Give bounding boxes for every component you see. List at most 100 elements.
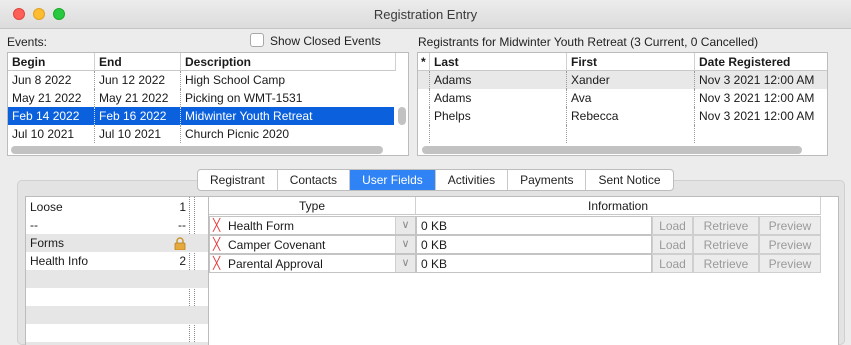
event-begin: Jul 10 2021: [8, 125, 95, 143]
window-title: Registration Entry: [373, 7, 478, 22]
events-header-description[interactable]: Description: [181, 53, 396, 71]
event-description: Midwinter Youth Retreat: [185, 109, 313, 123]
missing-file-icon: ╳: [213, 218, 221, 232]
registrant-row[interactable]: Adams Ava Nov 3 2021 12:00 AM: [418, 89, 827, 107]
event-begin: Feb 14 2022: [8, 107, 95, 125]
event-begin: May 21 2022: [8, 89, 95, 107]
events-horizontal-scrollbar[interactable]: [11, 146, 383, 154]
tab-registrant[interactable]: Registrant: [198, 170, 278, 190]
category-name: --: [30, 218, 38, 232]
show-closed-events-checkbox[interactable]: [250, 33, 264, 47]
events-row[interactable]: Jun 8 2022 Jun 12 2022 High School Camp: [8, 71, 394, 89]
registrants-header-date[interactable]: Date Registered: [695, 53, 827, 71]
registrant-first: Xander: [567, 71, 695, 89]
events-header-begin[interactable]: Begin: [8, 53, 95, 71]
event-description: High School Camp: [185, 73, 286, 87]
user-field-type-select[interactable]: ╳ Health Form ∨: [209, 216, 416, 235]
user-field-row[interactable]: ╳ Parental Approval ∨ 0 KB Load Retrieve…: [209, 254, 821, 273]
preview-button[interactable]: Preview: [759, 235, 821, 254]
load-button[interactable]: Load: [652, 216, 693, 235]
category-item[interactable]: Health Info 2: [26, 252, 210, 270]
user-field-type: Parental Approval: [228, 257, 323, 271]
user-field-row[interactable]: ╳ Camper Covenant ∨ 0 KB Load Retrieve P…: [209, 235, 821, 254]
retrieve-button[interactable]: Retrieve: [693, 216, 759, 235]
registrant-date: Nov 3 2021 12:00 AM: [699, 73, 815, 87]
user-field-info: 0 KB: [416, 254, 652, 273]
user-field-row[interactable]: ╳ Health Form ∨ 0 KB Load Retrieve Previ…: [209, 216, 821, 235]
registrants-label: Registrants for Midwinter Youth Retreat …: [418, 35, 759, 49]
empty-row: [26, 306, 210, 324]
event-description: Picking on WMT-1531: [185, 91, 303, 105]
category-list[interactable]: Loose 1 -- -- Forms Health Info 2: [25, 196, 211, 345]
registrant-marker: [418, 107, 430, 125]
registrants-header-marker[interactable]: *: [418, 53, 430, 71]
registrant-row[interactable]: Phelps Rebecca Nov 3 2021 12:00 AM: [418, 107, 827, 125]
registrant-last: Phelps: [430, 107, 567, 125]
registrant-first: Rebecca: [567, 107, 695, 125]
detail-tabs: Registrant Contacts User Fields Activiti…: [197, 169, 674, 191]
registrant-last: Adams: [430, 71, 567, 89]
event-end: Jun 12 2022: [95, 71, 181, 89]
registrant-marker: [418, 89, 430, 107]
registrant-marker: [418, 71, 430, 89]
preview-button[interactable]: Preview: [759, 254, 821, 273]
chevron-down-icon[interactable]: ∨: [395, 255, 415, 272]
category-item[interactable]: Loose 1: [26, 198, 210, 216]
retrieve-button[interactable]: Retrieve: [693, 235, 759, 254]
category-item[interactable]: Forms: [26, 234, 210, 252]
tab-payments[interactable]: Payments: [508, 170, 587, 190]
user-fields-header-type[interactable]: Type: [209, 197, 416, 215]
show-closed-events-label[interactable]: Show Closed Events: [270, 34, 381, 48]
registrants-header-first[interactable]: First: [567, 53, 695, 71]
registrants-header-last[interactable]: Last: [430, 53, 567, 71]
category-name: Loose: [30, 200, 63, 214]
events-vertical-scrollbar[interactable]: [398, 107, 406, 125]
tab-sent-notice[interactable]: Sent Notice: [586, 170, 672, 190]
registrant-first: [567, 125, 695, 143]
tab-contacts[interactable]: Contacts: [278, 170, 351, 190]
category-item[interactable]: -- --: [26, 216, 210, 234]
registrants-horizontal-scrollbar[interactable]: [422, 146, 802, 154]
user-field-info: 0 KB: [416, 235, 652, 254]
events-row-selected[interactable]: Feb 14 2022 Feb 16 2022 Midwinter Youth …: [8, 107, 394, 125]
user-field-type-select[interactable]: ╳ Camper Covenant ∨: [209, 235, 416, 254]
category-name: Forms: [30, 236, 64, 250]
events-row[interactable]: May 21 2022 May 21 2022 Picking on WMT-1…: [8, 89, 394, 107]
events-row[interactable]: Jul 10 2021 Jul 10 2021 Church Picnic 20…: [8, 125, 394, 143]
registrant-first: Ava: [567, 89, 695, 107]
preview-button[interactable]: Preview: [759, 216, 821, 235]
category-count: 2: [179, 254, 186, 268]
event-end: Jul 10 2021: [95, 125, 181, 143]
event-description: Church Picnic 2020: [185, 127, 290, 141]
empty-row: [26, 270, 210, 288]
user-fields-grid[interactable]: Type Information ╳ Health Form ∨ 0 KB Lo…: [208, 196, 839, 345]
registrant-row[interactable]: Adams Xander Nov 3 2021 12:00 AM: [418, 71, 827, 89]
chevron-down-icon[interactable]: ∨: [395, 236, 415, 253]
tab-user-fields[interactable]: User Fields: [350, 170, 436, 190]
registrant-row-empty[interactable]: [418, 125, 827, 143]
registrant-last: Adams: [430, 89, 567, 107]
lock-icon: [174, 237, 186, 250]
events-header-end[interactable]: End: [95, 53, 181, 71]
user-field-type: Camper Covenant: [228, 238, 326, 252]
load-button[interactable]: Load: [652, 235, 693, 254]
category-name: Health Info: [30, 254, 89, 268]
events-table[interactable]: Begin End Description Jun 8 2022 Jun 12 …: [7, 52, 409, 156]
load-button[interactable]: Load: [652, 254, 693, 273]
retrieve-button[interactable]: Retrieve: [693, 254, 759, 273]
registrants-table[interactable]: * Last First Date Registered Adams Xande…: [417, 52, 828, 156]
events-label: Events:: [7, 35, 48, 49]
chevron-down-icon[interactable]: ∨: [395, 217, 415, 234]
user-fields-header-information[interactable]: Information: [416, 197, 821, 215]
missing-file-icon: ╳: [213, 237, 221, 251]
event-end: Feb 16 2022: [95, 107, 181, 125]
user-field-type-select[interactable]: ╳ Parental Approval ∨: [209, 254, 416, 273]
title-bar: Registration Entry: [0, 0, 851, 29]
user-field-type: Health Form: [228, 219, 295, 233]
missing-file-icon: ╳: [213, 256, 221, 270]
registrant-date: Nov 3 2021 12:00 AM: [699, 109, 815, 123]
tab-activities[interactable]: Activities: [436, 170, 509, 190]
category-count: --: [178, 218, 186, 232]
registrant-last: [430, 125, 567, 143]
event-begin: Jun 8 2022: [8, 71, 95, 89]
